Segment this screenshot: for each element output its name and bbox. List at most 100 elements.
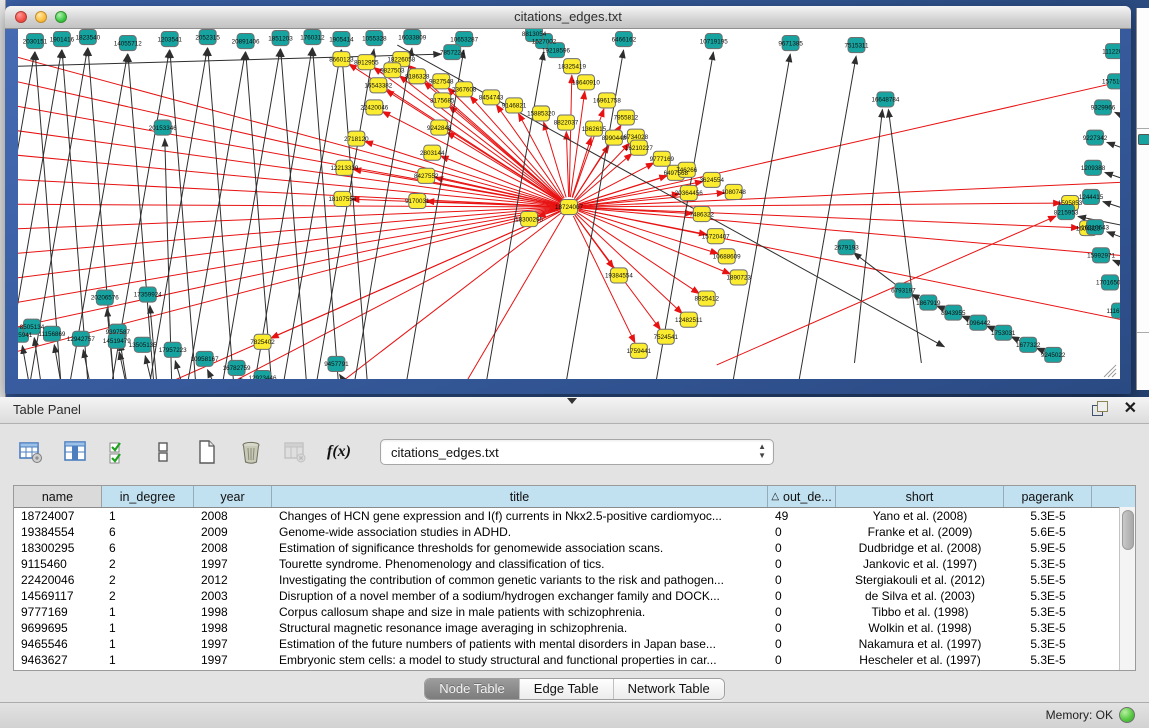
- table-cell[interactable]: 1: [102, 636, 194, 652]
- table-cell[interactable]: 0: [768, 636, 836, 652]
- table-cell[interactable]: 5.3E-5: [1004, 620, 1092, 636]
- table-cell[interactable]: 1998: [194, 620, 272, 636]
- table-cell[interactable]: 2: [102, 572, 194, 588]
- table-cell[interactable]: 1: [102, 508, 194, 524]
- table-cell[interactable]: 14569117: [14, 588, 102, 604]
- table-cell[interactable]: 5.3E-5: [1004, 556, 1092, 572]
- table-cell[interactable]: de Silva et al. (2003): [836, 588, 1004, 604]
- table-cell[interactable]: 18300295: [14, 540, 102, 556]
- tab-node-table[interactable]: Node Table: [425, 679, 520, 699]
- table-cell[interactable]: 9777169: [14, 604, 102, 620]
- table-cell[interactable]: 9465546: [14, 636, 102, 652]
- table-cell[interactable]: Franke et al. (2009): [836, 524, 1004, 540]
- table-cell[interactable]: 5.6E-5: [1004, 524, 1092, 540]
- table-cell[interactable]: Estimation of significance thresholds fo…: [272, 540, 768, 556]
- tab-network-table[interactable]: Network Table: [614, 679, 724, 699]
- table-select-dropdown[interactable]: citations_edges.txt ▲▼: [380, 439, 774, 465]
- table-cell[interactable]: 18724007: [14, 508, 102, 524]
- table-cell[interactable]: 1998: [194, 604, 272, 620]
- table-row[interactable]: 977716911998Corpus callosum shape and si…: [14, 604, 1135, 620]
- table-cell[interactable]: Wolkin et al. (1998): [836, 620, 1004, 636]
- table-cell[interactable]: 1: [102, 604, 194, 620]
- table-cell[interactable]: 0: [768, 620, 836, 636]
- table-cell[interactable]: 5.3E-5: [1004, 604, 1092, 620]
- create-column-icon[interactable]: [192, 437, 222, 467]
- table-cell[interactable]: 5.3E-5: [1004, 508, 1092, 524]
- panel-splitter-handle[interactable]: [567, 398, 577, 404]
- table-cell[interactable]: 9115460: [14, 556, 102, 572]
- table-cell[interactable]: 5.3E-5: [1004, 652, 1092, 668]
- attribute-table[interactable]: namein_degreeyeartitle△out_de...shortpag…: [13, 485, 1136, 671]
- table-cell[interactable]: 5.5E-5: [1004, 572, 1092, 588]
- table-row[interactable]: 2242004622012Investigating the contribut…: [14, 572, 1135, 588]
- resize-grip-icon[interactable]: [1108, 369, 1116, 377]
- table-cell[interactable]: 1997: [194, 636, 272, 652]
- vertical-scrollbar[interactable]: [1119, 507, 1135, 670]
- table-cell[interactable]: Estimation of the future numbers of pati…: [272, 636, 768, 652]
- network-graph-canvas[interactable]: 1872400786601238912955182260589827503818…: [18, 29, 1120, 379]
- table-cell[interactable]: Tibbo et al. (1998): [836, 604, 1004, 620]
- network-view-window[interactable]: citations_edges.txt 18724007866012389129…: [5, 6, 1131, 394]
- table-row[interactable]: 1456911722003Disruption of a novel membe…: [14, 588, 1135, 604]
- table-cell[interactable]: Jankovic et al. (1997): [836, 556, 1004, 572]
- table-cell[interactable]: Yano et al. (2008): [836, 508, 1004, 524]
- table-row[interactable]: 946362711997Embryonic stem cells: a mode…: [14, 652, 1135, 668]
- table-row[interactable]: 946554611997Estimation of the future num…: [14, 636, 1135, 652]
- table-cell[interactable]: 9463627: [14, 652, 102, 668]
- table-cell[interactable]: Structural magnetic resonance image aver…: [272, 620, 768, 636]
- table-cell[interactable]: Nakamura et al. (1997): [836, 636, 1004, 652]
- table-cell[interactable]: 1: [102, 652, 194, 668]
- table-cell[interactable]: 0: [768, 652, 836, 668]
- table-row[interactable]: 911546021997Tourette syndrome. Phenomeno…: [14, 556, 1135, 572]
- table-panel-header[interactable]: Table Panel ✕: [0, 397, 1149, 424]
- table-cell[interactable]: 2: [102, 588, 194, 604]
- table-cell[interactable]: 0: [768, 556, 836, 572]
- table-cell[interactable]: 0: [768, 540, 836, 556]
- column-header-short[interactable]: short: [836, 486, 1004, 507]
- table-mode-icon[interactable]: [16, 437, 46, 467]
- tab-edge-table[interactable]: Edge Table: [520, 679, 614, 699]
- table-cell[interactable]: 19384554: [14, 524, 102, 540]
- function-builder-icon[interactable]: f(x): [324, 437, 354, 467]
- table-cell[interactable]: Changes of HCN gene expression and I(f) …: [272, 508, 768, 524]
- table-row[interactable]: 1938455462009Genome-wide association stu…: [14, 524, 1135, 540]
- table-cell[interactable]: 6: [102, 540, 194, 556]
- table-cell[interactable]: Tourette syndrome. Phenomenology and cla…: [272, 556, 768, 572]
- column-header-title[interactable]: title: [272, 486, 768, 507]
- column-header-in_degree[interactable]: in_degree: [102, 486, 194, 507]
- table-cell[interactable]: 1: [102, 620, 194, 636]
- resize-grip-icon[interactable]: [1112, 373, 1116, 377]
- window-titlebar[interactable]: citations_edges.txt: [5, 6, 1131, 29]
- table-cell[interactable]: 0: [768, 524, 836, 540]
- table-cell[interactable]: 2012: [194, 572, 272, 588]
- column-header-year[interactable]: year: [194, 486, 272, 507]
- table-cell[interactable]: 0: [768, 572, 836, 588]
- clear-selection-icon[interactable]: [148, 437, 178, 467]
- table-cell[interactable]: Embryonic stem cells: a model to study s…: [272, 652, 768, 668]
- table-cell[interactable]: Investigating the contribution of common…: [272, 572, 768, 588]
- table-cell[interactable]: 5.9E-5: [1004, 540, 1092, 556]
- table-cell[interactable]: 22420046: [14, 572, 102, 588]
- show-columns-icon[interactable]: [60, 437, 90, 467]
- table-cell[interactable]: 1997: [194, 556, 272, 572]
- table-row[interactable]: 969969511998Structural magnetic resonanc…: [14, 620, 1135, 636]
- table-cell[interactable]: Genome-wide association studies in ADHD.: [272, 524, 768, 540]
- table-cell[interactable]: 2: [102, 556, 194, 572]
- table-cell[interactable]: Stergiakouli et al. (2012): [836, 572, 1004, 588]
- scrollbar-thumb[interactable]: [1122, 510, 1134, 550]
- select-all-icon[interactable]: [104, 437, 134, 467]
- table-cell[interactable]: 2009: [194, 524, 272, 540]
- close-panel-icon[interactable]: ✕: [1124, 401, 1137, 417]
- table-cell[interactable]: 6: [102, 524, 194, 540]
- table-cell[interactable]: 2003: [194, 588, 272, 604]
- table-cell[interactable]: Disruption of a novel member of a sodium…: [272, 588, 768, 604]
- table-cell[interactable]: 0: [768, 604, 836, 620]
- table-cell[interactable]: 9699695: [14, 620, 102, 636]
- column-header-pagerank[interactable]: pagerank: [1004, 486, 1092, 507]
- table-row[interactable]: 1872400712008Changes of HCN gene express…: [14, 508, 1135, 524]
- table-cell[interactable]: Corpus callosum shape and size in male p…: [272, 604, 768, 620]
- table-cell[interactable]: 0: [768, 588, 836, 604]
- table-cell[interactable]: 5.3E-5: [1004, 636, 1092, 652]
- table-cell[interactable]: 2008: [194, 508, 272, 524]
- table-cell[interactable]: Hescheler et al. (1997): [836, 652, 1004, 668]
